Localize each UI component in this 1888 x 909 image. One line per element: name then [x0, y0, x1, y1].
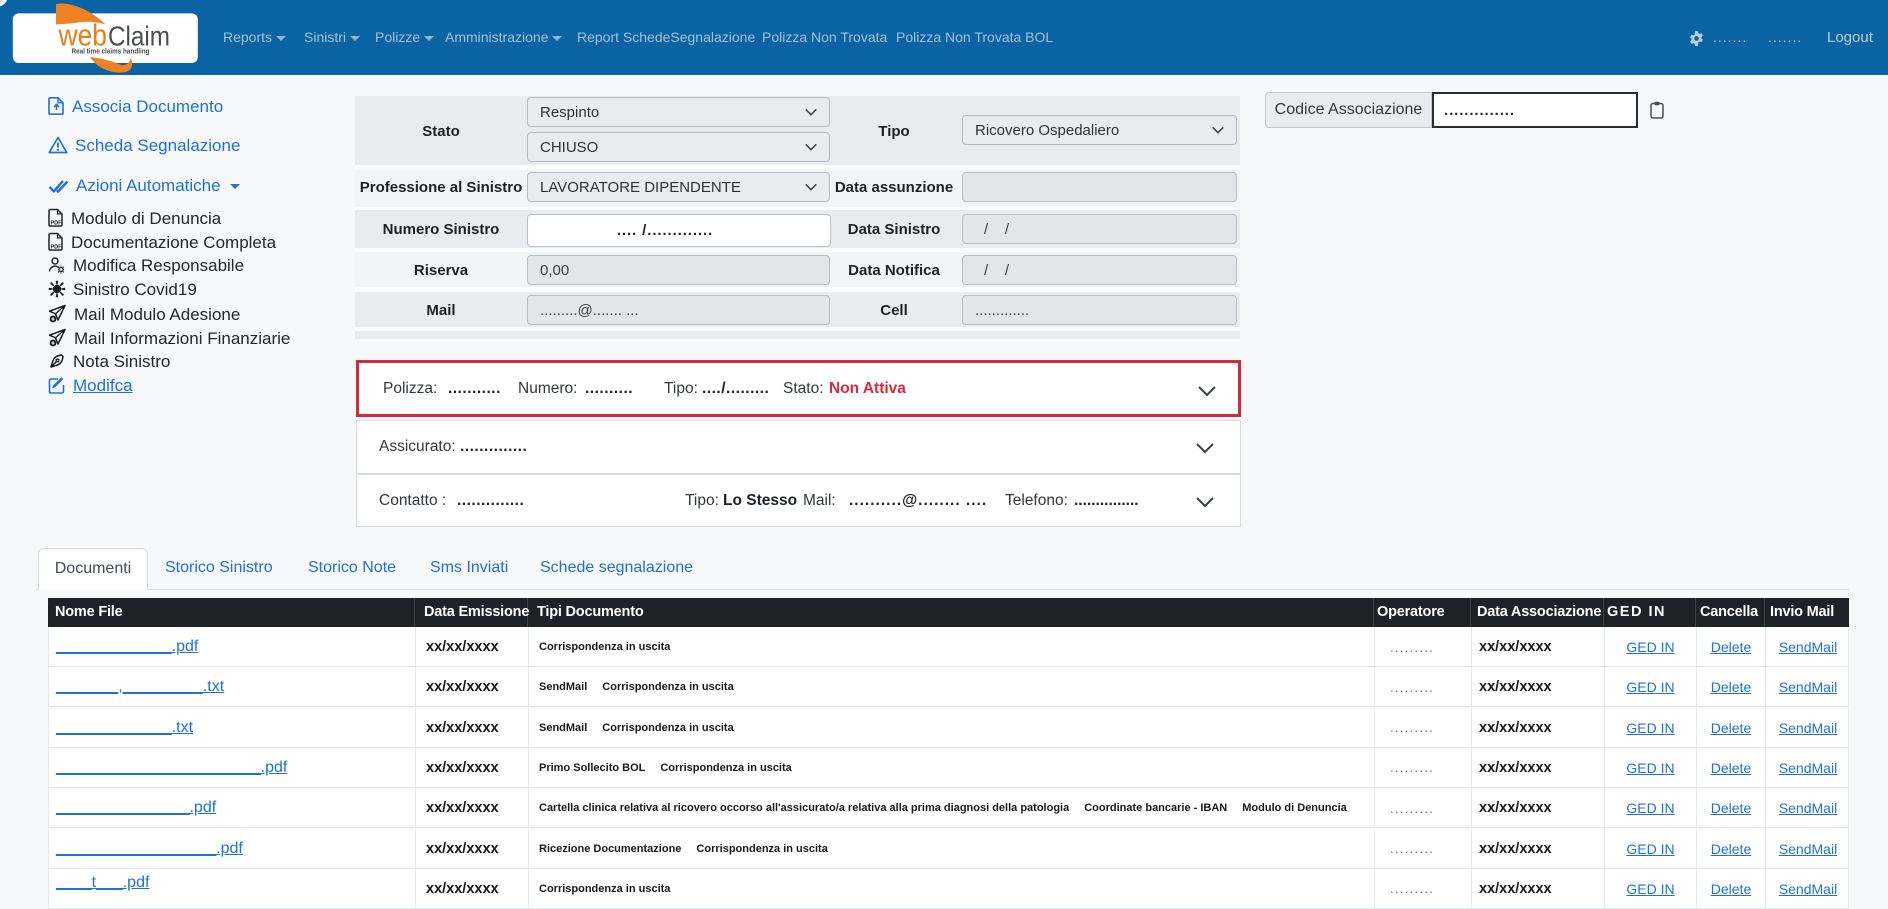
svg-text:Real time claims handling: Real time claims handling — [72, 47, 150, 56]
svg-text:PDF: PDF — [51, 221, 63, 227]
svg-text:PDF: PDF — [51, 245, 63, 251]
